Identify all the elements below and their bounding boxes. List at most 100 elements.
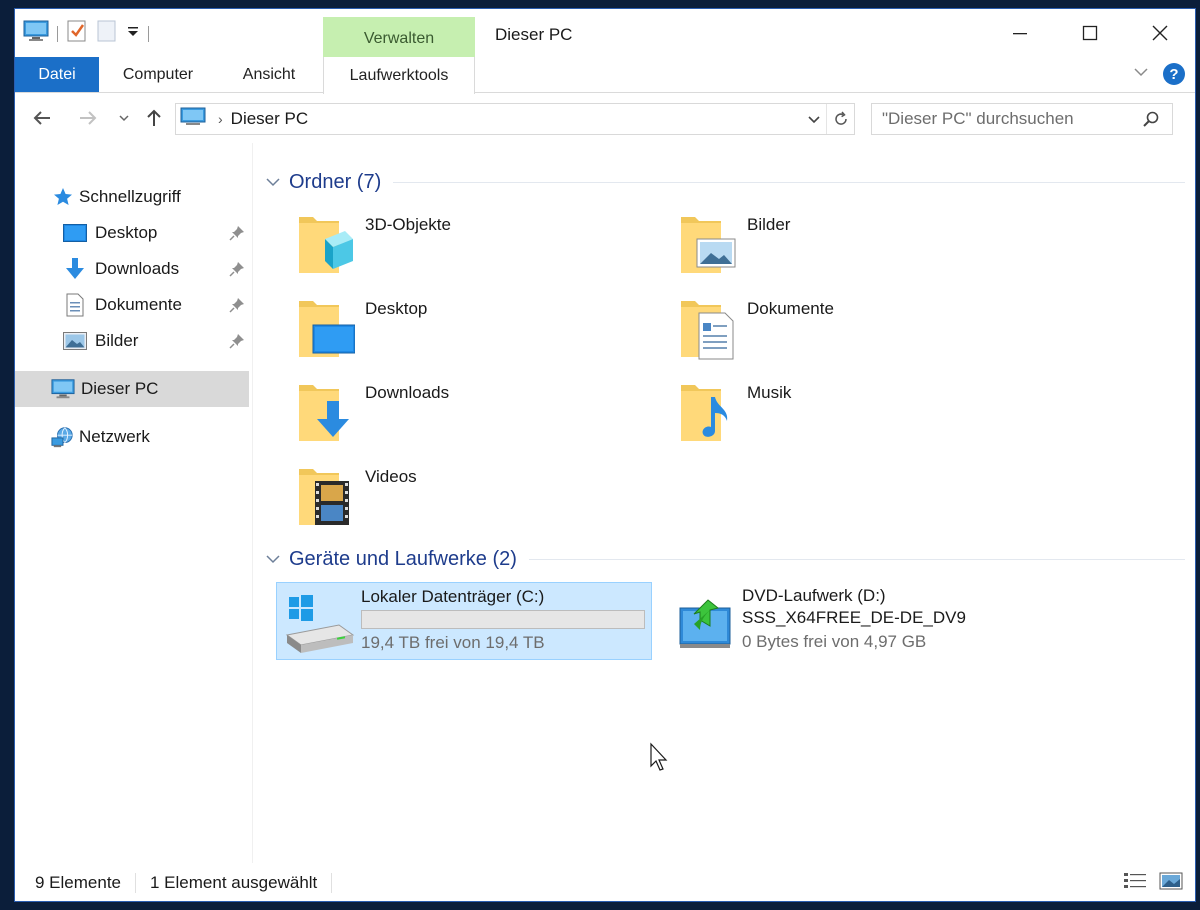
sidebar-item-downloads[interactable]: Downloads [15, 251, 249, 287]
breadcrumb-dieser-pc[interactable]: Dieser PC [231, 109, 308, 129]
breadcrumb-separator[interactable]: › [218, 111, 223, 127]
folder-videos-icon [299, 469, 349, 525]
new-folder-icon[interactable] [96, 19, 118, 48]
sidebar-item-desktop[interactable]: Desktop [15, 215, 249, 251]
pin-icon[interactable] [229, 333, 245, 354]
details-view-icon [1124, 873, 1146, 888]
pin-icon[interactable] [229, 297, 245, 318]
quick-access-toolbar [23, 19, 149, 48]
properties-icon[interactable] [66, 19, 88, 48]
folder-desktop-icon [299, 301, 355, 357]
pictures-icon [63, 329, 87, 353]
status-divider [331, 873, 333, 893]
group-title: Ordner (7) [289, 170, 382, 193]
folder-music[interactable]: Musik [641, 377, 1001, 453]
computer-icon [51, 377, 75, 401]
tab-drive-tools[interactable]: Laufwerktools [323, 57, 475, 94]
search-input[interactable] [882, 105, 1142, 133]
search-box[interactable] [871, 103, 1173, 135]
address-bar[interactable]: › Dieser PC [175, 103, 855, 135]
sidebar-item-label: Dieser PC [81, 379, 159, 398]
forward-button[interactable] [75, 105, 101, 131]
tab-view[interactable]: Ansicht [225, 57, 313, 92]
chevron-down-icon[interactable] [265, 553, 285, 565]
computer-icon[interactable] [23, 20, 49, 47]
pin-icon[interactable] [229, 261, 245, 282]
maximize-button[interactable] [1055, 9, 1125, 57]
sidebar-item-label: Bilder [95, 331, 139, 350]
folder-name: Desktop [365, 299, 428, 318]
view-toggles [1123, 871, 1183, 896]
folder-videos[interactable]: Videos [259, 461, 619, 537]
refresh-icon [834, 111, 847, 125]
status-bar: 9 Elemente 1 Element ausgewählt [15, 865, 1195, 901]
sidebar-item-label: Schnellzugriff [79, 187, 181, 206]
windows-drive-icon [285, 595, 355, 653]
item-count: 9 Elemente [35, 873, 121, 892]
drive-free-space: 19,4 TB frei von 19,4 TB [361, 633, 545, 652]
address-history-button[interactable] [804, 104, 824, 134]
up-button[interactable] [141, 105, 167, 131]
folder-downloads[interactable]: Downloads [259, 377, 619, 453]
help-icon[interactable]: ? [1163, 63, 1185, 85]
chevron-down-icon [1134, 67, 1148, 76]
window-title: Dieser PC [495, 25, 573, 44]
large-icons-view-button[interactable] [1159, 871, 1183, 896]
minimize-button[interactable] [985, 9, 1055, 57]
sidebar-item-documents[interactable]: Dokumente [15, 287, 249, 323]
folder-music-icon [681, 385, 728, 441]
group-title: Geräte und Laufwerke (2) [289, 547, 517, 570]
search-icon[interactable] [1142, 110, 1160, 133]
sidebar-item-label: Netzwerk [79, 427, 150, 446]
drive-c[interactable]: Lokaler Datenträger (C:) 19,4 TB frei vo… [276, 582, 652, 660]
navigation-bar: › Dieser PC [15, 93, 1195, 143]
sidebar-item-pictures[interactable]: Bilder [15, 323, 249, 359]
computer-icon [180, 107, 206, 132]
context-group-manage: Verwalten [323, 17, 475, 57]
folder-desktop[interactable]: Desktop [259, 293, 619, 369]
group-divider [393, 181, 1185, 183]
network-icon [51, 425, 75, 449]
drive-volume-label: SSS_X64FREE_DE-DE_DV9 [742, 608, 966, 627]
title-bar: Verwalten Dieser PC [15, 9, 1195, 57]
tab-computer[interactable]: Computer [107, 57, 209, 92]
recent-locations-button[interactable] [111, 105, 137, 131]
details-view-button[interactable] [1123, 871, 1147, 896]
sidebar-item-network[interactable]: Netzwerk [15, 419, 249, 455]
group-header-devices[interactable]: Geräte und Laufwerke (2) [265, 544, 1185, 574]
folder-documents-icon [681, 301, 734, 360]
folder-pictures[interactable]: Bilder [641, 209, 1001, 285]
explorer-window: Verwalten Dieser PC Datei Computer Ansic… [14, 8, 1196, 902]
expand-ribbon-button[interactable] [1133, 64, 1149, 85]
drive-name: DVD-Laufwerk (D:) [742, 586, 886, 605]
customize-toolbar-icon[interactable] [126, 24, 140, 43]
dvd-drive-icon [679, 599, 731, 648]
drive-free-space: 0 Bytes frei von 4,97 GB [742, 632, 927, 651]
folder-3d-objects-icon [299, 217, 353, 273]
sidebar-item-label: Dokumente [95, 295, 182, 314]
back-button[interactable] [29, 105, 55, 131]
pin-icon[interactable] [229, 225, 245, 246]
tab-file[interactable]: Datei [15, 57, 99, 92]
refresh-button[interactable] [826, 104, 854, 134]
arrow-left-icon [33, 111, 50, 125]
maximize-icon [1082, 25, 1098, 41]
downloads-icon [63, 257, 87, 281]
folder-3d-objects[interactable]: 3D-Objekte [259, 209, 619, 285]
ribbon-tabs: Datei Computer Ansicht Laufwerktools ? [15, 57, 1195, 94]
close-button[interactable] [1125, 9, 1195, 57]
chevron-down-icon[interactable] [265, 176, 285, 188]
folder-name: Musik [747, 383, 792, 402]
group-header-folders[interactable]: Ordner (7) [265, 167, 1185, 197]
folder-documents[interactable]: Dokumente [641, 293, 1001, 369]
drive-d[interactable]: DVD-Laufwerk (D:) SSS_X64FREE_DE-DE_DV9 … [658, 582, 998, 660]
toolbar-divider [57, 25, 58, 42]
arrow-right-icon [80, 111, 97, 125]
ribbon-controls: ? [1133, 63, 1185, 85]
arrow-up-icon [147, 109, 161, 126]
sidebar-item-quick-access[interactable]: Schnellzugriff [15, 179, 249, 215]
sidebar-item-this-pc[interactable]: Dieser PC [15, 371, 249, 407]
large-icons-view-icon [1159, 872, 1183, 890]
drive-usage-bar [361, 610, 645, 629]
desktop-icon [63, 221, 87, 245]
